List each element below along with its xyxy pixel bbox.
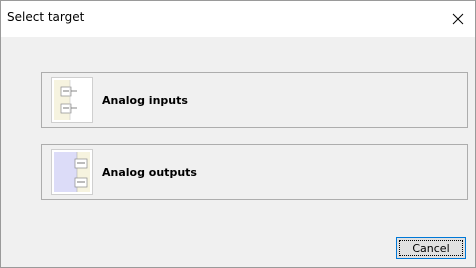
analog-inputs-label: Analog inputs xyxy=(102,93,188,107)
cancel-label: Cancel xyxy=(412,241,450,255)
close-icon xyxy=(452,13,464,25)
analog-outputs-icon xyxy=(54,152,90,192)
cancel-focus-rect: Cancel xyxy=(399,240,463,256)
title-bar: Select target xyxy=(1,1,475,37)
select-target-dialog: Select target Analog inputs Analog outpu… xyxy=(0,0,476,268)
analog-inputs-icon xyxy=(54,80,77,120)
analog-inputs-button[interactable]: Analog inputs xyxy=(41,72,468,128)
dialog-title: Select target xyxy=(7,10,85,24)
analog-outputs-button[interactable]: Analog outputs xyxy=(41,144,468,200)
analog-outputs-label: Analog outputs xyxy=(102,165,197,179)
cancel-button[interactable]: Cancel xyxy=(396,237,466,259)
analog-outputs-thumbnail xyxy=(51,149,93,195)
close-button[interactable] xyxy=(441,1,475,37)
analog-inputs-thumbnail xyxy=(51,77,93,123)
